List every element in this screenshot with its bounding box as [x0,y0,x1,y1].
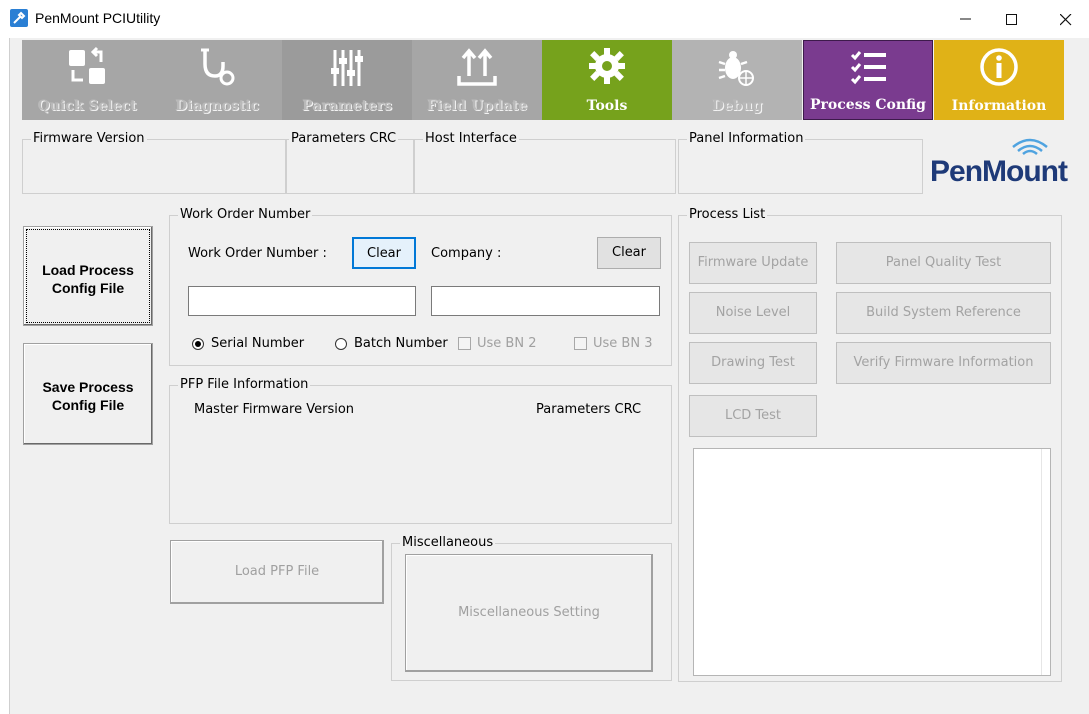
pfp-info-title: PFP File Information [178,377,311,393]
bug-icon [718,51,754,86]
process-config-button[interactable]: Process Config [803,40,933,120]
verify-firmware-information-button[interactable]: Verify Firmware Information [836,342,1051,384]
lcd-test-button[interactable]: LCD Test [689,395,817,437]
tb-label: Tools [586,98,628,114]
load-process-label: Load Process Config File [42,262,134,296]
load-process-config-button[interactable]: Load Process Config File [23,226,153,326]
company-input[interactable] [431,286,660,316]
work-order-group: Work Order Number Work Order Number : Cl… [169,207,672,366]
process-listbox[interactable] [693,448,1051,676]
close-button[interactable] [1043,0,1089,38]
parameters-crc-label: Parameters CRC [289,131,399,147]
window-title: PenMount PCIUtility [35,10,161,26]
master-firmware-label: Master Firmware Version [194,402,355,417]
tb-label: Diagnostic [174,98,260,114]
panel-information-label: Panel Information [687,131,806,147]
maximize-button[interactable] [989,0,1035,38]
work-order-label: Work Order Number : [188,246,327,261]
upload-icon [457,48,497,86]
batch-number-radio[interactable] [335,338,347,350]
serial-number-radio[interactable] [192,338,204,350]
logo-text: PenMount [930,155,1068,188]
stethoscope-icon [201,48,235,86]
main-window: Quick Select Diagnostic Parameters Field… [9,38,1089,714]
serial-number-label: Serial Number [211,336,305,351]
tb-label: Information [951,98,1047,114]
host-interface-group: Host Interface [414,131,676,194]
app-icon [10,9,28,27]
work-order-title: Work Order Number [178,207,313,223]
panel-information-group: Panel Information [678,131,923,194]
tb-label: Parameters [301,98,393,114]
work-order-input[interactable] [188,286,416,316]
work-order-clear-button[interactable]: Clear [352,237,416,269]
firmware-version-label: Firmware Version [31,131,147,147]
listbox-column-divider [1041,449,1042,675]
noise-level-button[interactable]: Noise Level [689,292,817,334]
title-bar: PenMount PCIUtility [0,0,1089,38]
firmware-version-group: Firmware Version [22,131,286,194]
sliders-icon [331,50,363,86]
minimize-button[interactable] [943,0,989,38]
miscellaneous-setting-button[interactable]: Miscellaneous Setting [405,554,653,672]
tb-label: Field Update [426,98,528,114]
save-process-config-button[interactable]: Save Process Config File [23,343,153,445]
pfp-parameters-crc-label: Parameters CRC [536,402,642,417]
penmount-logo: PenMount [930,133,1070,193]
process-list-title: Process List [687,207,768,223]
panel-quality-test-button[interactable]: Panel Quality Test [836,242,1051,284]
parameters-crc-group: Parameters CRC [286,131,414,194]
miscellaneous-group: Miscellaneous Miscellaneous Setting [391,535,672,681]
tb-label: Quick Select [37,98,137,114]
firmware-update-button[interactable]: Firmware Update [689,242,817,284]
parameters-button[interactable]: Parameters [282,40,412,120]
miscellaneous-title: Miscellaneous [400,535,496,551]
quick-select-button[interactable]: Quick Select [22,40,152,120]
load-pfp-button[interactable]: Load PFP File [170,540,384,604]
use-bn2-label: Use BN 2 [477,336,537,351]
company-label: Company : [431,246,502,261]
diagnostic-button[interactable]: Diagnostic [152,40,282,120]
quick-select-icon [69,46,105,84]
tb-label: Process Config [810,97,926,113]
batch-number-label: Batch Number [354,336,448,351]
save-process-label: Save Process Config File [42,379,134,413]
drawing-test-button[interactable]: Drawing Test [689,342,817,384]
wifi-icon [1012,138,1048,155]
company-clear-button[interactable]: Clear [597,237,661,269]
tb-label: Debug [711,98,763,114]
field-update-button[interactable]: Field Update [412,40,542,120]
info-icon [980,48,1018,86]
use-bn3-label: Use BN 3 [593,336,653,351]
debug-button[interactable]: Debug [672,40,802,120]
checklist-icon [850,51,886,85]
pfp-info-group: PFP File Information Master Firmware Ver… [169,377,672,524]
gear-icon [589,48,625,84]
use-bn2-checkbox[interactable] [458,337,471,350]
use-bn3-checkbox[interactable] [574,337,587,350]
build-system-reference-button[interactable]: Build System Reference [836,292,1051,334]
host-interface-label: Host Interface [423,131,519,147]
tools-button[interactable]: Tools [542,40,672,120]
information-button[interactable]: Information [934,40,1064,120]
